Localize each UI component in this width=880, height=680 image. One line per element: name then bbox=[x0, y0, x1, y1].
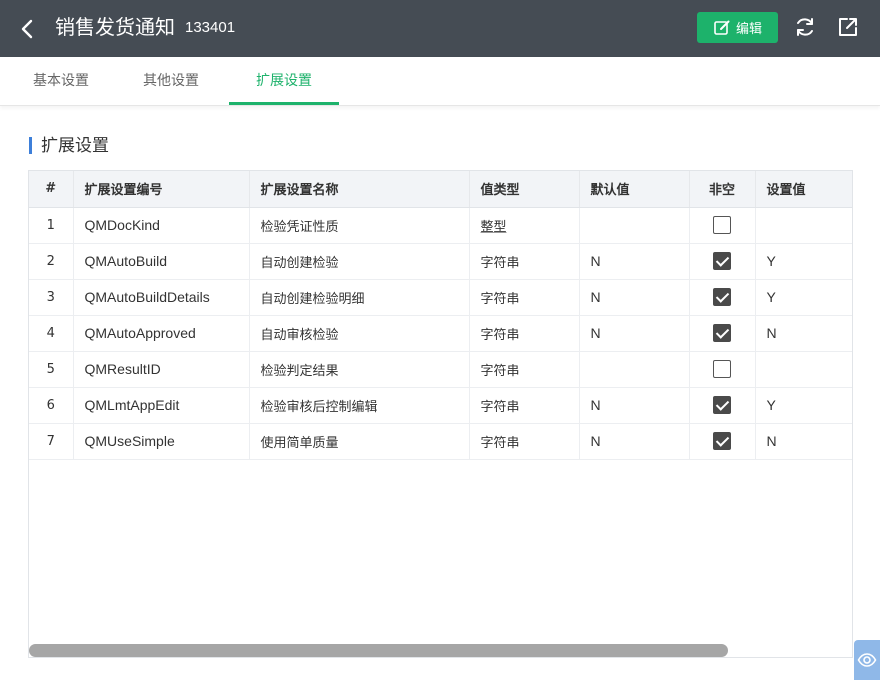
edit-button-label: 编辑 bbox=[735, 22, 762, 37]
setting-code: QMAutoApproved bbox=[73, 315, 250, 352]
back-button[interactable] bbox=[14, 16, 40, 42]
row-number: 7 bbox=[29, 423, 74, 460]
required-cell bbox=[689, 423, 756, 460]
back-arrow-icon bbox=[21, 19, 33, 39]
extended-settings-table: # 扩展设置编号 扩展设置名称 值类型 默认值 非空 设置值 1 QMDocKi… bbox=[28, 170, 853, 658]
tab-basic-settings[interactable]: 基本设置 bbox=[33, 57, 89, 106]
refresh-button[interactable] bbox=[793, 15, 817, 39]
setting-code: QMResultID bbox=[73, 351, 250, 388]
default-value bbox=[579, 351, 690, 388]
column-header-type[interactable]: 值类型 bbox=[469, 171, 580, 208]
column-header-value[interactable]: 设置值 bbox=[755, 171, 852, 208]
refresh-icon bbox=[797, 18, 813, 36]
value-type: 字符串 bbox=[469, 423, 580, 460]
column-header-default[interactable]: 默认值 bbox=[579, 171, 690, 208]
export-icon bbox=[839, 18, 857, 36]
tab-extended-settings[interactable]: 扩展设置 bbox=[229, 57, 339, 106]
section-title: 扩展设置 bbox=[41, 136, 109, 156]
edit-button[interactable]: 编辑 bbox=[697, 12, 778, 43]
table-row[interactable]: 4 QMAutoApproved 自动审核检验 字符串 N N bbox=[29, 315, 852, 352]
column-header-code[interactable]: 扩展设置编号 bbox=[73, 171, 250, 208]
setting-name: 检验凭证性质 bbox=[249, 207, 470, 244]
value-type-text: 整型 bbox=[480, 219, 507, 235]
app-header: 销售发货通知 133401 编辑 bbox=[0, 0, 880, 57]
row-number: 4 bbox=[29, 315, 74, 352]
required-checkbox[interactable] bbox=[713, 324, 731, 342]
setting-name: 自动创建检验明细 bbox=[249, 279, 470, 316]
required-checkbox[interactable] bbox=[713, 252, 731, 270]
default-value bbox=[579, 207, 690, 244]
table-row[interactable]: 5 QMResultID 检验判定结果 字符串 bbox=[29, 351, 852, 388]
default-value: N bbox=[579, 315, 690, 352]
setting-code: QMUseSimple bbox=[73, 423, 250, 460]
required-cell bbox=[689, 387, 756, 424]
setting-value[interactable]: Y bbox=[755, 279, 852, 316]
setting-name: 检验审核后控制编辑 bbox=[249, 387, 470, 424]
required-cell bbox=[689, 351, 756, 388]
table-row[interactable]: 3 QMAutoBuildDetails 自动创建检验明细 字符串 N Y bbox=[29, 279, 852, 316]
column-header-required[interactable]: 非空 bbox=[689, 171, 756, 208]
row-number: 5 bbox=[29, 351, 74, 388]
eye-icon bbox=[857, 653, 877, 667]
default-value: N bbox=[579, 387, 690, 424]
table-row[interactable]: 6 QMLmtAppEdit 检验审核后控制编辑 字符串 N Y bbox=[29, 387, 852, 424]
setting-name: 自动创建检验 bbox=[249, 243, 470, 280]
export-button[interactable] bbox=[836, 15, 860, 39]
column-header-num: # bbox=[29, 171, 74, 208]
required-cell bbox=[689, 243, 756, 280]
page-title: 销售发货通知 bbox=[55, 15, 175, 39]
setting-value[interactable]: N bbox=[755, 315, 852, 352]
setting-name: 检验判定结果 bbox=[249, 351, 470, 388]
value-type: 字符串 bbox=[469, 351, 580, 388]
table-row[interactable]: 1 QMDocKind 检验凭证性质 整型 bbox=[29, 207, 852, 244]
setting-name: 自动审核检验 bbox=[249, 315, 470, 352]
setting-code: QMAutoBuildDetails bbox=[73, 279, 250, 316]
required-cell bbox=[689, 279, 756, 316]
required-checkbox[interactable] bbox=[713, 396, 731, 414]
setting-value[interactable]: Y bbox=[755, 243, 852, 280]
row-number: 6 bbox=[29, 387, 74, 424]
active-tab-indicator bbox=[229, 102, 339, 105]
preview-button[interactable] bbox=[854, 640, 880, 680]
table-row[interactable]: 7 QMUseSimple 使用简单质量 字符串 N N bbox=[29, 423, 852, 460]
required-checkbox[interactable] bbox=[713, 360, 731, 378]
edit-icon bbox=[714, 20, 730, 35]
row-number: 1 bbox=[29, 207, 74, 244]
setting-code: QMLmtAppEdit bbox=[73, 387, 250, 424]
setting-value[interactable] bbox=[755, 351, 852, 388]
value-type: 字符串 bbox=[469, 315, 580, 352]
value-type: 字符串 bbox=[469, 387, 580, 424]
section-marker bbox=[29, 137, 32, 154]
default-value: N bbox=[579, 423, 690, 460]
setting-name: 使用简单质量 bbox=[249, 423, 470, 460]
setting-value[interactable]: Y bbox=[755, 387, 852, 424]
column-header-name[interactable]: 扩展设置名称 bbox=[249, 171, 470, 208]
setting-value[interactable]: N bbox=[755, 423, 852, 460]
required-checkbox[interactable] bbox=[713, 288, 731, 306]
horizontal-scrollbar[interactable] bbox=[29, 644, 728, 657]
default-value: N bbox=[579, 243, 690, 280]
required-checkbox[interactable] bbox=[713, 216, 731, 234]
row-number: 3 bbox=[29, 279, 74, 316]
value-type: 字符串 bbox=[469, 279, 580, 316]
required-cell bbox=[689, 315, 756, 352]
table-header-row: # 扩展设置编号 扩展设置名称 值类型 默认值 非空 设置值 bbox=[29, 171, 852, 208]
row-number: 2 bbox=[29, 243, 74, 280]
table-row[interactable]: 2 QMAutoBuild 自动创建检验 字符串 N Y bbox=[29, 243, 852, 280]
setting-value[interactable] bbox=[755, 207, 852, 244]
tab-bar: 基本设置 其他设置 扩展设置 bbox=[0, 57, 880, 106]
value-type: 字符串 bbox=[469, 243, 580, 280]
setting-code: QMDocKind bbox=[73, 207, 250, 244]
setting-code: QMAutoBuild bbox=[73, 243, 250, 280]
required-cell bbox=[689, 207, 756, 244]
default-value: N bbox=[579, 279, 690, 316]
document-number: 133401 bbox=[185, 19, 236, 36]
value-type: 整型 bbox=[469, 207, 580, 244]
required-checkbox[interactable] bbox=[713, 432, 731, 450]
tab-other-settings[interactable]: 其他设置 bbox=[143, 57, 199, 106]
